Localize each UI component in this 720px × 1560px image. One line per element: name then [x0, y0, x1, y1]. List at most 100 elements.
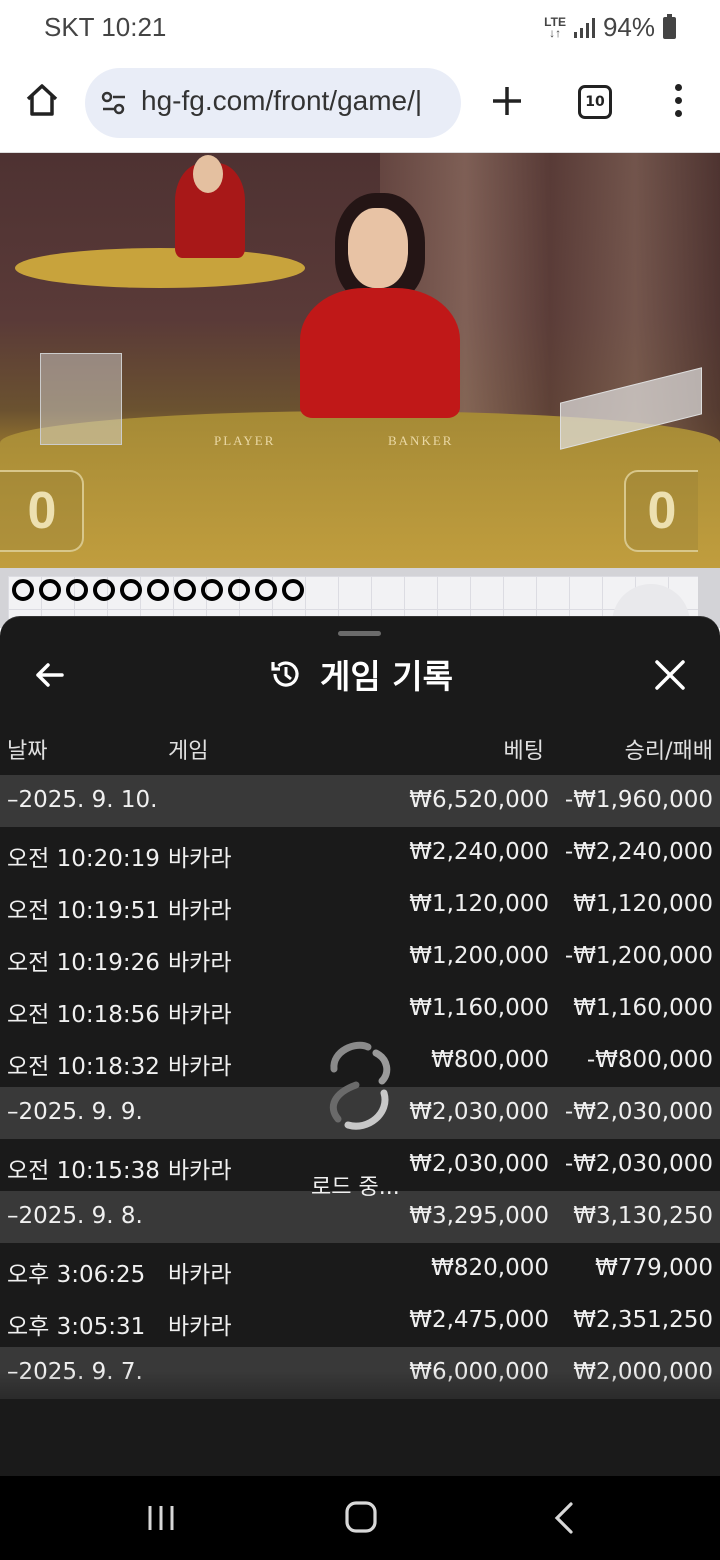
- date-group-label: –2025. 9. 9.: [7, 1099, 143, 1125]
- row-time: 오전 10:19:51: [7, 898, 160, 924]
- nav-back-icon[interactable]: [551, 1500, 575, 1536]
- date-group-row[interactable]: –2025. 9. 7. ₩6,000,000 ₩2,000,000: [0, 1347, 720, 1399]
- roadmap-bead: [147, 579, 169, 601]
- date-group-label: –2025. 9. 10.: [7, 787, 158, 813]
- tab-switcher-button[interactable]: 10: [578, 85, 612, 119]
- row-result: ₩3,130,250: [573, 1203, 713, 1229]
- home-icon[interactable]: [24, 82, 60, 118]
- row-result: ₩2,351,250: [573, 1307, 713, 1333]
- row-result: ₩779,000: [595, 1255, 713, 1281]
- roadmap-bead: [93, 579, 115, 601]
- row-bet: ₩2,030,000: [409, 1099, 549, 1125]
- tab-count: 10: [585, 94, 605, 110]
- row-bet: ₩6,520,000: [409, 787, 549, 813]
- dealer: [300, 193, 470, 423]
- recent-apps-icon[interactable]: [146, 1503, 176, 1533]
- address-bar[interactable]: hg-fg.com/front/game/|: [85, 68, 461, 138]
- banker-table-label: BANKER: [388, 433, 454, 448]
- roadmap-beads: [12, 579, 304, 601]
- row-result: ₩1,160,000: [573, 995, 713, 1021]
- row-time: 오전 10:15:38: [7, 1158, 160, 1184]
- column-bet: 베팅: [503, 739, 544, 764]
- row-result: -₩800,000: [586, 1047, 713, 1073]
- back-arrow-icon[interactable]: [32, 657, 68, 693]
- roadmap-bead: [39, 579, 61, 601]
- row-result: -₩2,030,000: [564, 1099, 713, 1125]
- date-group-row[interactable]: –2025. 9. 10. ₩6,520,000 -₩1,960,000: [0, 775, 720, 827]
- drag-handle[interactable]: [338, 631, 381, 636]
- card-holder: [40, 353, 122, 445]
- row-time: 오전 10:20:19: [7, 846, 160, 872]
- android-nav-bar: [0, 1476, 720, 1560]
- new-tab-icon[interactable]: [490, 84, 524, 118]
- row-game: 바카라: [168, 1054, 232, 1080]
- row-time: 오후 3:05:31: [7, 1314, 146, 1340]
- loading-text: 로드 중...: [311, 1175, 400, 1200]
- history-row: 오전 10:18:56 바카라 ₩1,160,000 ₩1,160,000: [0, 983, 720, 1035]
- loading-spinner-icon: [330, 1041, 391, 1130]
- sheet-title-text: 게임 기록: [320, 657, 453, 696]
- row-time: 오후 3:06:25: [7, 1262, 146, 1288]
- background-dealer: [175, 155, 245, 258]
- roadmap-bead: [12, 579, 34, 601]
- roadmap-bead: [66, 579, 88, 601]
- network-type-icon: LTE ↓↑: [544, 14, 566, 40]
- column-game: 게임: [168, 739, 209, 764]
- url-text[interactable]: hg-fg.com/front/game/|: [141, 85, 447, 117]
- row-bet: ₩820,000: [431, 1255, 549, 1281]
- row-result: -₩1,200,000: [564, 943, 713, 969]
- carrier-time: SKT 10:21: [44, 12, 167, 42]
- more-menu-icon[interactable]: [668, 84, 688, 120]
- roadmap-bead: [174, 579, 196, 601]
- row-bet: ₩3,295,000: [409, 1203, 549, 1229]
- roadmap-bead: [120, 579, 142, 601]
- sheet-title: 게임 기록: [268, 650, 453, 698]
- roadmap-bead: [201, 579, 223, 601]
- player-score: 0: [0, 470, 84, 552]
- column-result: 승리/패배: [624, 739, 713, 764]
- close-icon[interactable]: [652, 657, 688, 693]
- banker-score: 0: [624, 470, 698, 552]
- nav-home-icon[interactable]: [344, 1500, 378, 1534]
- signal-icon: [573, 17, 595, 38]
- background-table: [15, 248, 305, 288]
- row-game: 바카라: [168, 950, 232, 976]
- row-result: -₩1,960,000: [564, 787, 713, 813]
- row-time: 오전 10:18:32: [7, 1054, 160, 1080]
- row-bet: ₩1,200,000: [409, 943, 549, 969]
- roadmap-bead: [282, 579, 304, 601]
- row-time: 오전 10:18:56: [7, 1002, 160, 1028]
- roadmap-bead: [228, 579, 250, 601]
- row-bet: ₩2,475,000: [409, 1307, 549, 1333]
- date-group-label: –2025. 9. 7.: [7, 1359, 143, 1385]
- live-video-stream: PLAYER BANKER 0 0: [0, 153, 720, 568]
- row-bet: ₩1,120,000: [409, 891, 549, 917]
- battery-icon: [663, 13, 676, 39]
- history-row: 오전 10:19:51 바카라 ₩1,120,000 ₩1,120,000: [0, 879, 720, 931]
- history-row: 오전 10:20:19 바카라 ₩2,240,000 -₩2,240,000: [0, 827, 720, 879]
- row-time: 오전 10:19:26: [7, 950, 160, 976]
- battery-percent: 94%: [602, 12, 655, 42]
- row-bet: ₩6,000,000: [409, 1359, 549, 1385]
- row-bet: ₩800,000: [431, 1047, 549, 1073]
- row-game: 바카라: [168, 846, 232, 872]
- history-icon: [271, 661, 299, 687]
- row-game: 바카라: [168, 1314, 232, 1340]
- history-row: 오후 3:06:25 바카라 ₩820,000 ₩779,000: [0, 1243, 720, 1295]
- row-game: 바카라: [168, 1262, 232, 1288]
- roadmap-bead: [255, 579, 277, 601]
- row-result: ₩1,120,000: [573, 891, 713, 917]
- row-game: 바카라: [168, 898, 232, 924]
- column-headers: 날짜 게임 베팅 승리/패배: [0, 727, 720, 767]
- history-row: 오전 10:19:26 바카라 ₩1,200,000 -₩1,200,000: [0, 931, 720, 983]
- status-bar: SKT 10:21 LTE ↓↑ 94%: [0, 0, 720, 56]
- browser-toolbar: hg-fg.com/front/game/| 10: [0, 56, 720, 153]
- history-row: 오후 3:05:31 바카라 ₩2,475,000 ₩2,351,250: [0, 1295, 720, 1347]
- row-bet: ₩2,030,000: [409, 1151, 549, 1177]
- date-group-label: –2025. 9. 8.: [7, 1203, 143, 1229]
- column-date: 날짜: [7, 739, 48, 764]
- game-history-sheet: 게임 기록 날짜 게임 베팅 승리/패배 –2025. 9. 10. ₩6,520…: [0, 616, 720, 1477]
- player-table-label: PLAYER: [214, 433, 276, 448]
- row-result: -₩2,240,000: [564, 839, 713, 865]
- site-settings-icon[interactable]: [99, 88, 129, 118]
